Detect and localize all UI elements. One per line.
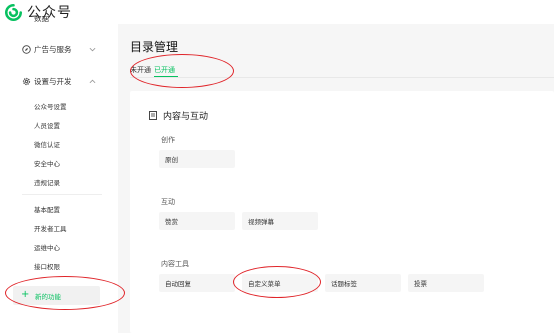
feature-video-danmaku[interactable]: 视频弹幕: [242, 212, 318, 230]
sidebar-section-label: 设置与开发: [34, 76, 72, 86]
sidebar-section-label: 广告与服务: [34, 44, 72, 54]
page-title: 目录管理: [130, 40, 179, 54]
feature-appreciation[interactable]: 赞赏: [159, 212, 235, 230]
feature-label: 赞赏: [165, 218, 178, 226]
feature-label: 话题标签: [331, 280, 357, 288]
sidebar-item-security-center[interactable]: 安全中心: [34, 158, 60, 168]
feature-label: 原创: [165, 156, 178, 164]
sidebar-item-data[interactable]: 数据: [0, 16, 118, 26]
sidebar-section-settings-dev[interactable]: 设置与开发: [0, 72, 118, 90]
feature-vote[interactable]: 投票: [408, 274, 484, 292]
feature-label: 自动回复: [165, 280, 191, 288]
feature-topic-tags[interactable]: 话题标签: [325, 274, 401, 292]
sidebar-item-staff-settings[interactable]: 人员设置: [34, 120, 60, 130]
document-icon: [149, 111, 157, 120]
group-label-interaction: 互动: [161, 198, 175, 206]
group-label-creation: 创作: [161, 136, 175, 144]
feature-label: 投票: [414, 280, 427, 288]
chevron-up-icon: [89, 79, 96, 83]
sidebar-item-wechat-verification[interactable]: 微信认证: [34, 139, 60, 149]
sidebar-item-label: 数据: [34, 16, 49, 23]
gear-icon: [22, 77, 31, 85]
sidebar-item-developer-tools[interactable]: 开发者工具: [34, 223, 67, 233]
sidebar-item-basic-config[interactable]: 基本配置: [34, 204, 60, 214]
sidebar-item-account-settings[interactable]: 公众号设置: [34, 101, 67, 111]
feature-label: 视频弹幕: [248, 218, 274, 226]
sidebar-item-api-permissions[interactable]: 接口权限: [34, 261, 60, 271]
group-label-content-tools: 内容工具: [161, 260, 189, 268]
feature-auto-reply[interactable]: 自动回复: [159, 274, 235, 292]
annotation-circle-new-function: [5, 276, 125, 310]
section-title-text: 内容与互动: [163, 112, 209, 122]
sidebar-divider: [22, 194, 102, 195]
sidebar-section-ads-services[interactable]: 广告与服务: [0, 40, 118, 58]
sidebar-item-violation-records[interactable]: 违规记录: [34, 177, 60, 187]
compass-icon: [22, 44, 31, 54]
section-title: 内容与互动: [149, 109, 208, 122]
chevron-down-icon: [89, 47, 96, 51]
annotation-circle-activated-tab: [130, 54, 234, 88]
content-interaction-card: 内容与互动 创作 原创 互动 赞赏 视频弹幕 内容工具 自动回复 自定义菜单 话…: [130, 91, 554, 333]
feature-original[interactable]: 原创: [159, 150, 235, 168]
sidebar-item-ops-center[interactable]: 运维中心: [34, 242, 60, 252]
annotation-circle-custom-menu: [233, 266, 321, 298]
